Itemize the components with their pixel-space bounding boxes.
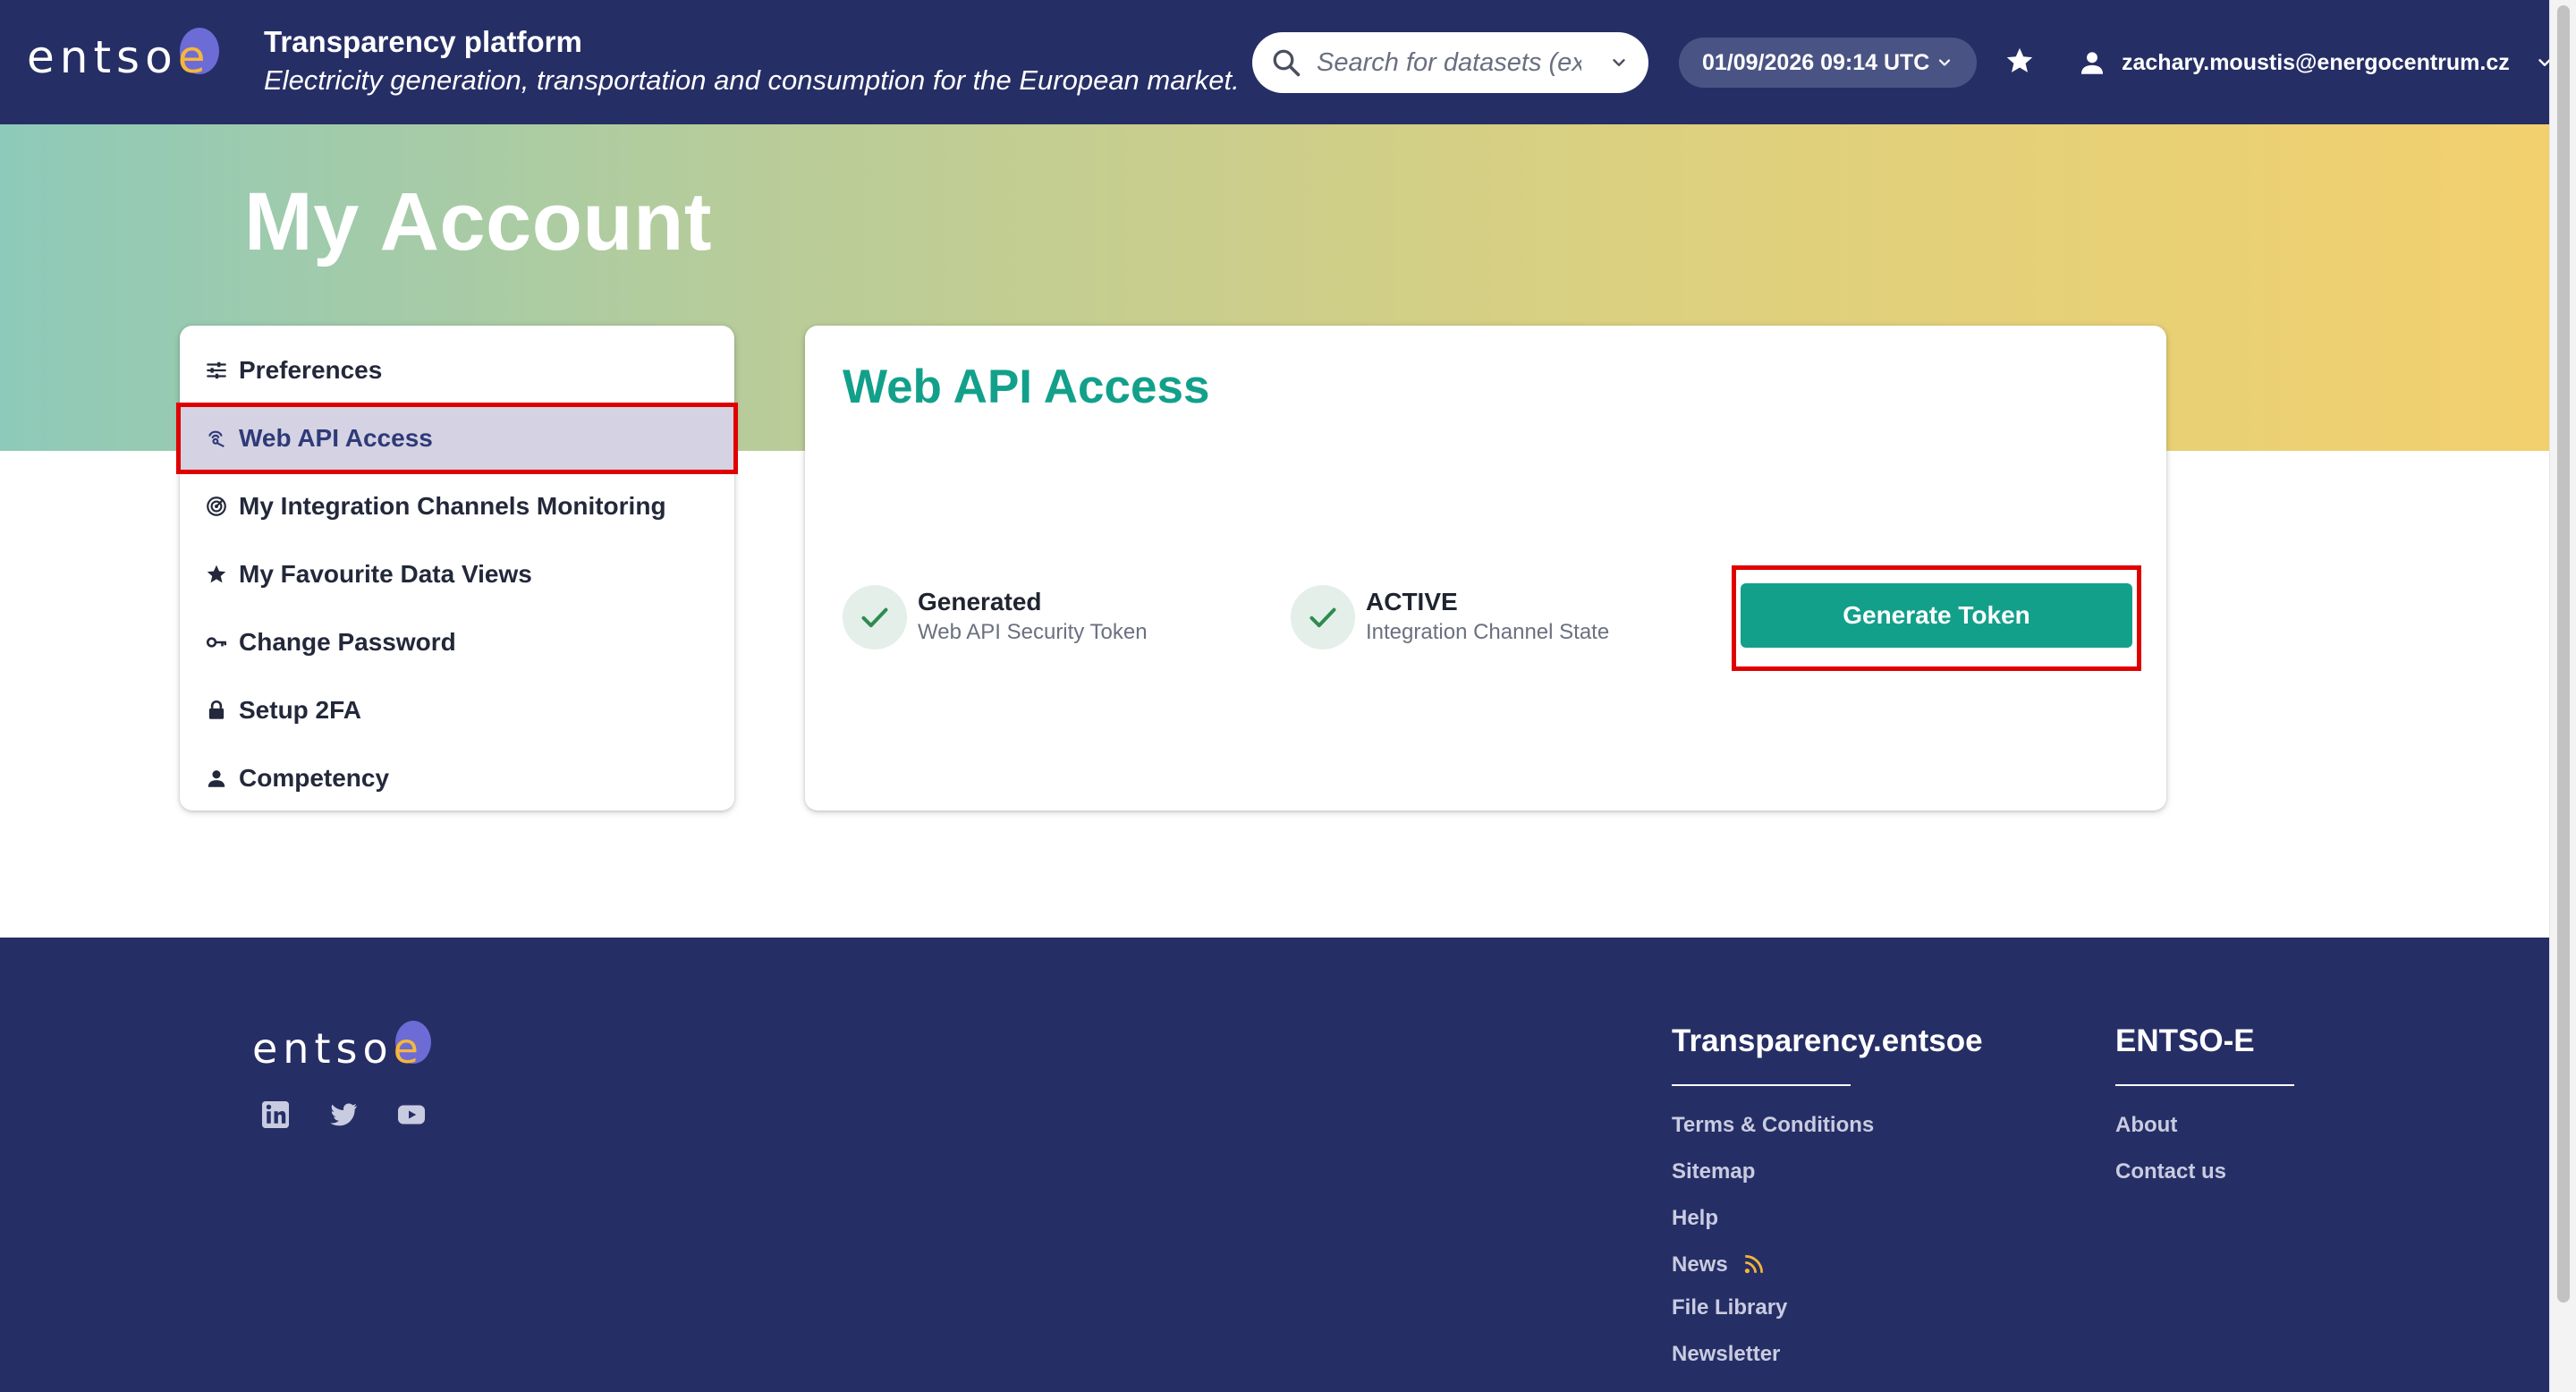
sidebar-item-change-password[interactable]: Change Password <box>180 608 734 676</box>
datetime-selector[interactable]: 01/09/2026 09:14 UTC <box>1679 38 1977 88</box>
status-label: ACTIVE <box>1366 588 1458 615</box>
sidebar-item-label: My Favourite Data Views <box>239 560 532 588</box>
lock-icon <box>208 700 225 719</box>
person-icon <box>208 770 225 787</box>
sidebar-item-preferences[interactable]: Preferences <box>180 336 734 404</box>
monitoring-icon <box>207 497 226 516</box>
entsoe-logo[interactable]: entso e <box>252 1021 431 1075</box>
top-header: entso e Transparency platform Electricit… <box>0 0 2551 124</box>
sidebar-item-label: Web API Access <box>239 424 433 452</box>
sidebar-item-label: Competency <box>239 764 390 792</box>
page-title: My Account <box>244 176 712 267</box>
channel-status: ACTIVE Integration Channel State <box>1291 585 1609 649</box>
chevron-down-icon[interactable] <box>1609 53 1629 72</box>
favourites-star-icon[interactable] <box>2004 45 2036 77</box>
check-icon <box>843 585 907 649</box>
footer-link-terms[interactable]: Terms & Conditions <box>1672 1113 1983 1159</box>
sidebar-item-web-api-access[interactable]: Web API Access <box>176 403 738 474</box>
logo-wordmark: entso <box>27 31 178 83</box>
logo-wordmark: entso <box>252 1024 394 1073</box>
footer-column-entsoe: ENTSO-E About Contact us <box>2115 1023 2294 1206</box>
sidebar-item-label: Setup 2FA <box>239 696 361 724</box>
token-status: Generated Web API Security Token <box>843 585 1148 649</box>
site-footer: entso e Transparency.entsoe Terms & Cond… <box>0 938 2549 1392</box>
sidebar-item-label: My Integration Channels Monitoring <box>239 492 666 520</box>
footer-column-title: Transparency.entsoe <box>1672 1023 1983 1058</box>
page-scrollbar[interactable] <box>2549 0 2576 1392</box>
platform-subtitle: Electricity generation, transportation a… <box>264 64 1240 96</box>
chevron-down-icon <box>1938 59 1951 66</box>
rss-icon[interactable] <box>1742 1252 1766 1276</box>
footer-link-newsletter[interactable]: Newsletter <box>1672 1342 1983 1388</box>
dataset-search[interactable] <box>1252 32 1648 93</box>
search-icon <box>1273 49 1301 77</box>
account-sidebar: Preferences Web API Access My Integratio… <box>176 326 738 812</box>
key-icon <box>206 637 227 648</box>
status-description: Integration Channel State <box>1366 620 1610 644</box>
sidebar-item-favourite-views[interactable]: My Favourite Data Views <box>180 540 734 608</box>
star-icon <box>207 564 226 583</box>
user-email: zachary.moustis@energocentrum.cz <box>2122 49 2510 75</box>
generate-token-button[interactable]: Generate Token <box>1741 583 2132 648</box>
entsoe-logo[interactable]: entso e <box>27 28 220 86</box>
divider <box>1672 1084 1851 1086</box>
status-description: Web API Security Token <box>918 620 1148 644</box>
sidebar-item-competency[interactable]: Competency <box>180 744 734 812</box>
sliders-icon <box>207 361 226 379</box>
sidebar-item-setup-2fa[interactable]: Setup 2FA <box>180 676 734 744</box>
footer-link-sitemap[interactable]: Sitemap <box>1672 1159 1983 1206</box>
check-icon <box>1291 585 1355 649</box>
sidebar-item-label: Change Password <box>239 628 456 656</box>
generate-token-highlight: Generate Token <box>1732 565 2141 671</box>
footer-link-about[interactable]: About <box>2115 1113 2294 1159</box>
sidebar-item-integration-monitoring[interactable]: My Integration Channels Monitoring <box>180 472 734 540</box>
logo-e-badge: e <box>394 1021 431 1073</box>
youtube-icon[interactable] <box>395 1099 428 1131</box>
footer-column-transparency: Transparency.entsoe Terms & Conditions S… <box>1672 1023 1983 1388</box>
web-api-access-panel: Web API Access Generated Web API Securit… <box>805 326 2166 811</box>
logo-e-badge: e <box>178 28 220 83</box>
sidebar-item-label: Preferences <box>239 356 383 384</box>
linkedin-icon[interactable] <box>259 1099 292 1131</box>
footer-link-help[interactable]: Help <box>1672 1206 1983 1252</box>
user-menu[interactable]: zachary.moustis@energocentrum.cz <box>2077 43 2555 82</box>
social-links <box>259 1099 428 1131</box>
footer-column-title: ENTSO-E <box>2115 1023 2255 1058</box>
api-icon <box>208 430 225 447</box>
datetime-value: 01/09/2026 09:14 UTC <box>1702 49 1930 75</box>
footer-link-contact[interactable]: Contact us <box>2115 1159 2294 1206</box>
search-input[interactable] <box>1315 47 1583 79</box>
footer-link-news[interactable]: News <box>1672 1252 1983 1295</box>
section-title: Web API Access <box>843 361 1210 413</box>
platform-title: Transparency platform <box>264 25 582 58</box>
scrollbar-thumb[interactable] <box>2557 5 2570 1303</box>
status-label: Generated <box>918 588 1042 615</box>
footer-link-file-library[interactable]: File Library <box>1672 1295 1983 1342</box>
twitter-icon[interactable] <box>327 1099 360 1131</box>
user-icon <box>2080 52 2104 74</box>
divider <box>2115 1084 2294 1086</box>
